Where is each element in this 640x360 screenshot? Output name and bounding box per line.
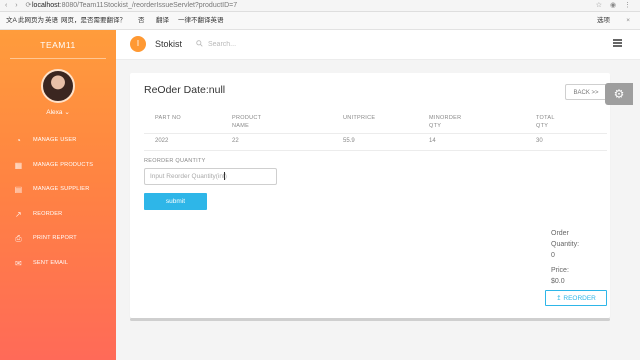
translate-language[interactable]: 英语 (45, 12, 58, 29)
translate-options-button[interactable]: 选项 (597, 12, 610, 29)
sidebar-item-print-report[interactable]: ⎙ PRINT REPORT (0, 226, 116, 251)
avatar[interactable] (41, 69, 75, 103)
column-header-unitprice: UNITPRICE (343, 115, 376, 121)
sidebar-item-label: MANAGE SUPPLIER (33, 186, 90, 192)
column-header-part-no: PART NO (155, 115, 181, 121)
translate-no-button[interactable]: 否 (138, 12, 145, 29)
cell-unitprice: 55.9 (343, 138, 355, 144)
browser-nav-icons[interactable]: ‹ › ⟳ (5, 0, 34, 11)
back-button[interactable]: BACK >> (565, 84, 607, 100)
url-host: localhost (32, 2, 60, 9)
reorder-button-label: REORDER (563, 295, 596, 302)
horizontal-scrollbar[interactable] (130, 318, 610, 321)
extension-icons[interactable]: ☆ ◉ ⋮ (596, 0, 634, 11)
printer-icon: ⎙ (15, 234, 22, 243)
url-field[interactable]: localhost:8080/Team11Stockist_/reorderIs… (32, 0, 237, 11)
sidebar-item-manage-user[interactable]: ◔ MANAGE USER (0, 128, 116, 153)
sidebar-item-label: MANAGE PRODUCTS (33, 161, 94, 168)
table-divider (144, 150, 607, 151)
chevron-down-icon: ⌄ (64, 109, 70, 116)
sidebar-item-label: SENT EMAIL (33, 259, 69, 266)
user-name[interactable]: Alexa ⌄ (0, 108, 116, 116)
bolt-icon: ↥ (556, 295, 562, 302)
cell-total-qty: 30 (536, 138, 543, 144)
app-name: Stokist (155, 39, 183, 49)
url-path: :8080/Team11Stockist_/reorderIssueServle… (59, 2, 238, 9)
cell-part-no: 2022 (155, 138, 169, 144)
sidebar-item-label: REORDER (33, 210, 63, 217)
brand-divider (10, 58, 106, 59)
sidebar-item-manage-supplier[interactable]: ▤ MANAGE SUPPLIER (0, 177, 116, 202)
translate-button[interactable]: 翻译 (156, 12, 169, 29)
translate-question: 网页，是否需要翻译？ (61, 17, 126, 24)
cell-minorder-qty: 14 (429, 138, 436, 144)
submit-button[interactable]: submit (144, 193, 207, 210)
brand-title: TEAM11 (40, 40, 76, 50)
sidebar: TEAM11 Alexa ⌄ ◔ MANAGE USER ▦ MANAGE PRODU… (0, 30, 116, 360)
sidebar-nav: ◔ MANAGE USER ▦ MANAGE PRODUCTS ▤ MANAGE SUPP… (0, 128, 116, 275)
search-icon (196, 40, 203, 47)
document-icon: ▤ (14, 185, 23, 194)
sidebar-item-label: MANAGE USER (33, 137, 77, 143)
translate-icon: 文A (6, 17, 17, 24)
order-quantity-label: Order Quantity: (551, 230, 580, 248)
close-icon[interactable]: × (626, 12, 630, 29)
gear-icon[interactable]: ⚙ (605, 83, 633, 105)
search-input[interactable] (208, 38, 328, 51)
column-header-total-qty: TOTAL QTY (536, 115, 555, 129)
envelope-icon: ✉ (15, 258, 22, 268)
column-header-minorder-qty: MINORDER QTY (429, 115, 462, 129)
cell-product-name: 22 (232, 138, 239, 144)
column-header-product-name: PRODUCT NAME (232, 115, 262, 129)
reorder-quantity-label: REORDER QUANTITY (144, 158, 206, 164)
table-divider (144, 133, 607, 134)
page-title: ReOder Date:null (144, 84, 226, 96)
sidebar-item-manage-products[interactable]: ▦ MANAGE PRODUCTS (0, 153, 116, 178)
user-name-label: Alexa (46, 109, 63, 116)
never-translate-button[interactable]: 一律不翻译英语 (178, 12, 224, 29)
text-cursor (224, 172, 225, 180)
reorder-button[interactable]: ↥ REORDER (545, 290, 607, 306)
app-logo-icon: I (130, 36, 146, 52)
browser-address-bar: ‹ › ⟳ localhost:8080/Team11Stockist_/reo… (0, 0, 640, 12)
price-label: Price: (551, 267, 569, 274)
reorder-quantity-input[interactable] (144, 168, 277, 185)
order-quantity-value: 0 (551, 252, 555, 259)
translate-bar: 文A 此网页为 英语 网页，是否需要翻译？ 否 翻译 一律不翻译英语 选项 × (0, 12, 640, 30)
sidebar-item-reorder[interactable]: ↗ REORDER (0, 202, 116, 227)
top-header: I Stokist (116, 30, 640, 60)
chart-line-icon: ↗ (15, 209, 22, 219)
translate-page-is: 此网页为 (18, 17, 44, 24)
grid-icon: ▦ (14, 160, 23, 170)
menu-icon[interactable] (613, 39, 622, 47)
price-value: $0.0 (551, 278, 565, 285)
sidebar-item-sent-email[interactable]: ✉ SENT EMAIL (0, 251, 116, 276)
sidebar-item-label: PRINT REPORT (33, 235, 77, 241)
pie-chart-icon: ◔ (15, 136, 22, 145)
